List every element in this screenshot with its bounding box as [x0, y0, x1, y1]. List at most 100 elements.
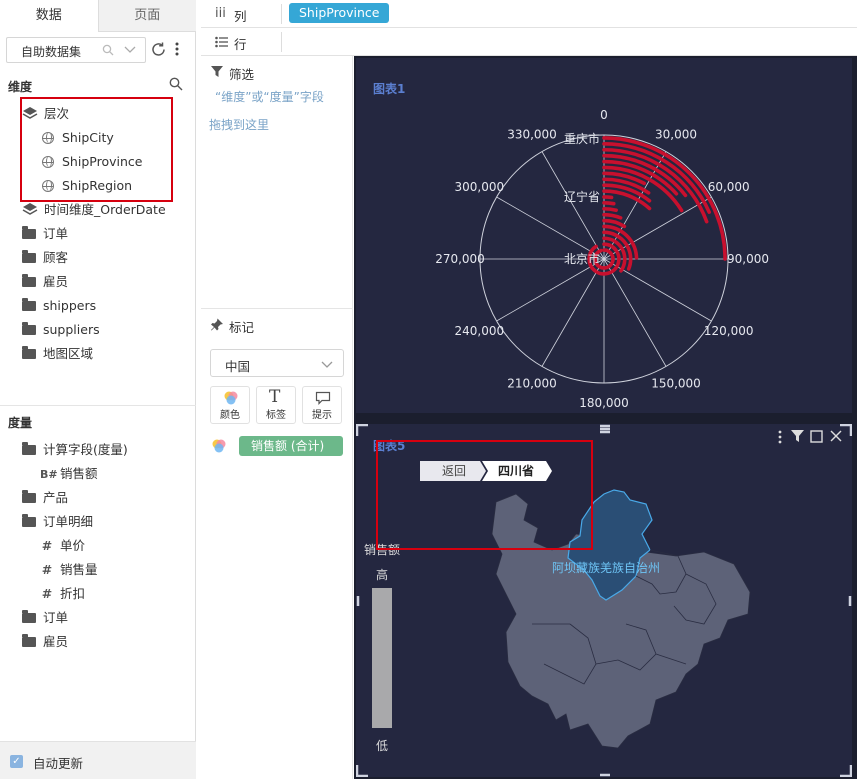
tree-item-order-details[interactable]: 订单明细 — [22, 511, 93, 533]
highlight-box-breadcrumb — [376, 440, 593, 550]
folder-icon — [22, 226, 36, 239]
divider — [281, 4, 282, 24]
columns-pill-shipprovince[interactable]: ShipProvince — [289, 3, 390, 23]
color-mark-label: 颜色 — [220, 410, 240, 421]
folder-icon — [22, 610, 36, 623]
pin-icon — [211, 318, 223, 331]
tree-item-sales-amount[interactable]: B# 销售额 — [40, 463, 98, 485]
tree-item-calc-measures[interactable]: 计算字段(度量) — [22, 439, 128, 461]
tree-item-shippers[interactable]: shippers — [22, 295, 96, 317]
tree-item-employees-2[interactable]: 雇员 — [22, 631, 68, 653]
columns-label: 列 — [234, 9, 247, 24]
panel-tabs: 数据 页面 — [0, 0, 196, 32]
polar-spoke — [603, 196, 712, 260]
tree-item-time-dimension[interactable]: 时间维度_OrderDate — [22, 199, 166, 221]
tree-item-map-region[interactable]: 地图区域 — [22, 343, 93, 365]
color-mark-button[interactable]: 颜色 — [210, 386, 250, 424]
folder-icon — [22, 634, 36, 647]
angle-tick-label: 90,000 — [727, 252, 769, 266]
rows-label: 行 — [234, 37, 247, 52]
angle-tick-label: 180,000 — [579, 396, 629, 410]
layers-icon — [22, 203, 38, 215]
dimensions-title: 维度 — [8, 80, 33, 94]
color-field-pill[interactable]: 销售额 (合计) — [239, 436, 343, 456]
divider — [201, 308, 353, 309]
polar-spoke — [541, 258, 605, 367]
angle-tick-label: 60,000 — [708, 180, 750, 194]
hash-icon: B# — [40, 468, 58, 481]
search-icon[interactable] — [102, 44, 114, 56]
dataset-select[interactable]: 自助数据集 — [6, 37, 146, 63]
filter-title: 筛选 — [229, 67, 255, 82]
folder-icon — [22, 490, 36, 503]
folder-icon — [22, 322, 36, 335]
tree-item-orders-2[interactable]: 订单 — [22, 607, 68, 629]
chart1-panel[interactable]: 图表1 0 30,000 60,000 90,000 120,000 150,000 180… — [356, 58, 852, 413]
angle-tick-label: 30,000 — [655, 127, 697, 141]
radial-category-label: 重庆市 — [564, 131, 600, 146]
divider — [281, 32, 282, 52]
more-vertical-icon[interactable] — [174, 41, 180, 57]
tooltip-icon — [315, 391, 331, 405]
label-mark-button[interactable]: T 标签 — [256, 386, 296, 424]
columns-icon: iii — [215, 6, 226, 21]
angle-tick-label: 120,000 — [704, 324, 754, 338]
dimension-search-icon[interactable] — [169, 77, 183, 91]
measures-title: 度量 — [8, 416, 33, 430]
angle-tick-label: 240,000 — [454, 324, 504, 338]
tree-item-quantity[interactable]: # 销售量 — [40, 559, 98, 581]
data-panel: 数据 页面 自助数据集 维度 层次 ShipCity ShipProvince … — [0, 0, 196, 779]
filter-hint-line1: “维度”或“度量”字段 — [215, 90, 324, 104]
folder-open-icon — [22, 514, 36, 527]
dataset-select-value: 自助数据集 — [21, 45, 82, 59]
refresh-icon[interactable] — [150, 41, 167, 58]
tooltip-mark-button[interactable]: 提示 — [302, 386, 342, 424]
text-icon: T — [269, 387, 281, 407]
polar-spoke — [496, 196, 605, 260]
polar-bar — [602, 212, 623, 220]
tree-item-discount[interactable]: # 折扣 — [40, 583, 85, 605]
tree-item-employees[interactable]: 雇员 — [22, 271, 68, 293]
polar-bar — [602, 189, 652, 211]
angle-tick-label: 300,000 — [454, 180, 504, 194]
legend-color-bar — [372, 588, 392, 728]
folder-icon — [22, 346, 36, 359]
polar-bar — [602, 201, 616, 206]
auto-update-label: 自动更新 — [33, 756, 84, 771]
polar-bar-chart[interactable]: 0 30,000 60,000 90,000 120,000 150,000 180,000… — [356, 58, 852, 413]
auto-update-bar: ✓ 自动更新 — [0, 741, 196, 779]
folder-icon — [22, 274, 36, 287]
tree-item-unit-price[interactable]: # 单价 — [40, 535, 85, 557]
angle-tick-label: 270,000 — [435, 252, 485, 266]
auto-update-checkbox[interactable]: ✓ — [10, 755, 23, 768]
hash-icon: # — [41, 562, 53, 577]
polar-spoke — [603, 258, 712, 322]
map-type-select[interactable]: 中国 — [210, 349, 344, 377]
folder-open-icon — [22, 442, 36, 455]
tab-page[interactable]: 页面 — [98, 0, 196, 32]
tree-item-suppliers[interactable]: suppliers — [22, 319, 100, 341]
folder-icon — [22, 250, 36, 263]
chevron-down-icon[interactable] — [124, 46, 136, 54]
hash-icon: # — [41, 538, 53, 553]
polar-spoke — [603, 258, 667, 367]
tree-item-products[interactable]: 产品 — [22, 487, 68, 509]
radial-category-label: 北京市 — [564, 251, 600, 266]
chevron-down-icon — [321, 361, 333, 368]
radial-category-label: 辽宁省 — [564, 189, 600, 204]
highlight-box-hierarchy — [20, 97, 173, 202]
tab-data[interactable]: 数据 — [0, 0, 99, 32]
filter-icon — [211, 66, 223, 77]
color-field-icon — [212, 439, 226, 453]
tree-item-orders[interactable]: 订单 — [22, 223, 68, 245]
polar-spoke — [541, 151, 605, 260]
tooltip-mark-label: 提示 — [312, 410, 332, 421]
filter-hint-line2: 拖拽到这里 — [209, 118, 270, 132]
hash-icon: # — [41, 586, 53, 601]
rows-shelf[interactable]: 行 — [201, 28, 857, 56]
columns-shelf[interactable]: iii 列 ShipProvince — [201, 0, 857, 28]
angle-tick-label: 0 — [600, 108, 608, 122]
marks-title: 标记 — [229, 320, 255, 335]
label-mark-label: 标签 — [266, 410, 286, 421]
tree-item-customers[interactable]: 顾客 — [22, 247, 68, 269]
